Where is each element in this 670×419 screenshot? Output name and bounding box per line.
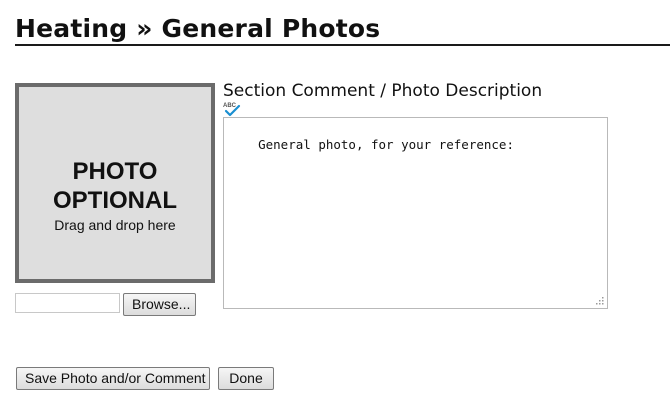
file-path-field[interactable] — [15, 293, 120, 313]
resize-grip-icon[interactable] — [594, 295, 604, 305]
page-title: Heating » General Photos — [15, 14, 381, 43]
comment-textarea[interactable]: General photo, for your reference: — [223, 117, 608, 309]
save-photo-comment-button[interactable]: Save Photo and/or Comment — [16, 367, 210, 390]
done-button[interactable]: Done — [218, 367, 274, 390]
photo-placeholder-label: PHOTO OPTIONAL — [19, 157, 211, 215]
photo-drop-zone[interactable]: PHOTO OPTIONAL Drag and drop here — [15, 83, 215, 283]
spellcheck-icon[interactable]: ABC — [223, 101, 241, 117]
page: Heating » General Photos PHOTO OPTIONAL … — [0, 0, 670, 419]
photo-label-line1: PHOTO — [72, 158, 158, 185]
drag-drop-hint: Drag and drop here — [54, 217, 176, 233]
title-divider — [15, 44, 670, 46]
comment-label: Section Comment / Photo Description — [223, 81, 543, 101]
comment-text: General photo, for your reference: — [258, 137, 514, 152]
browse-button[interactable]: Browse... — [123, 293, 196, 316]
photo-label-line2: OPTIONAL — [53, 187, 177, 214]
svg-text:ABC: ABC — [223, 103, 237, 109]
